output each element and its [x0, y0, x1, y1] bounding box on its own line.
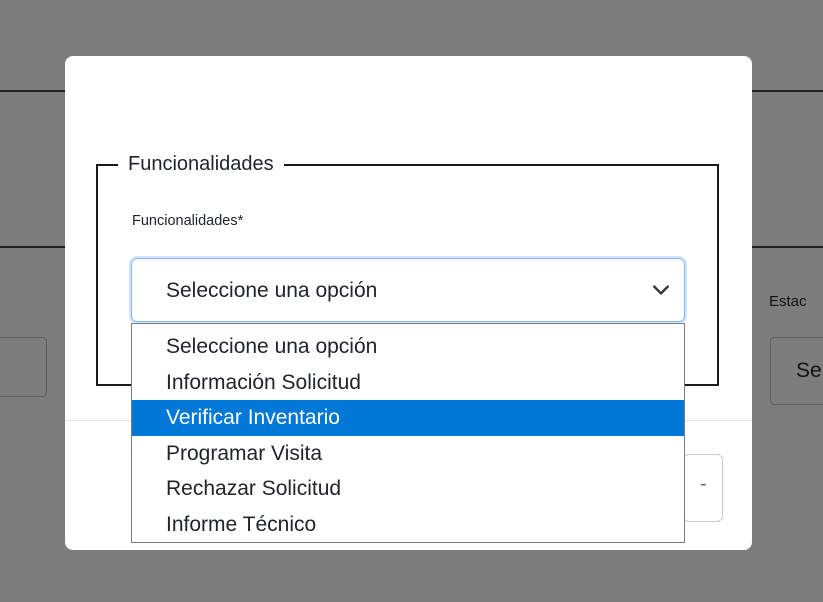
chevron-down-icon	[653, 285, 669, 295]
dropdown-option[interactable]: Seleccione una opción	[132, 329, 684, 365]
dropdown-option[interactable]: Rechazar Solicitud	[132, 471, 684, 507]
funcionalidades-select[interactable]: Seleccione una opción	[131, 258, 685, 322]
backdrop-input-left	[0, 337, 47, 397]
footer-button[interactable]: -	[683, 454, 723, 522]
required-mark: *	[237, 213, 244, 229]
select-current-value: Seleccione una opción	[166, 279, 378, 302]
backdrop-label-estado: Estac	[769, 293, 807, 310]
field-label-text: Funcionalidades	[132, 213, 238, 229]
dropdown-option[interactable]: Informe Técnico	[132, 507, 684, 543]
dropdown-option[interactable]: Información Solicitud	[132, 365, 684, 401]
fieldset-legend: Funcionalidades	[128, 153, 274, 175]
dropdown-option[interactable]: Programar Visita	[132, 436, 684, 472]
funcionalidades-label: Funcionalidades*	[132, 213, 243, 229]
dropdown-option[interactable]: Verificar Inventario	[132, 400, 684, 436]
backdrop-select-text: Se	[796, 359, 822, 382]
funcionalidades-dropdown-list: Seleccione una opción Información Solici…	[131, 323, 685, 543]
footer-button-glyph: -	[700, 473, 707, 495]
